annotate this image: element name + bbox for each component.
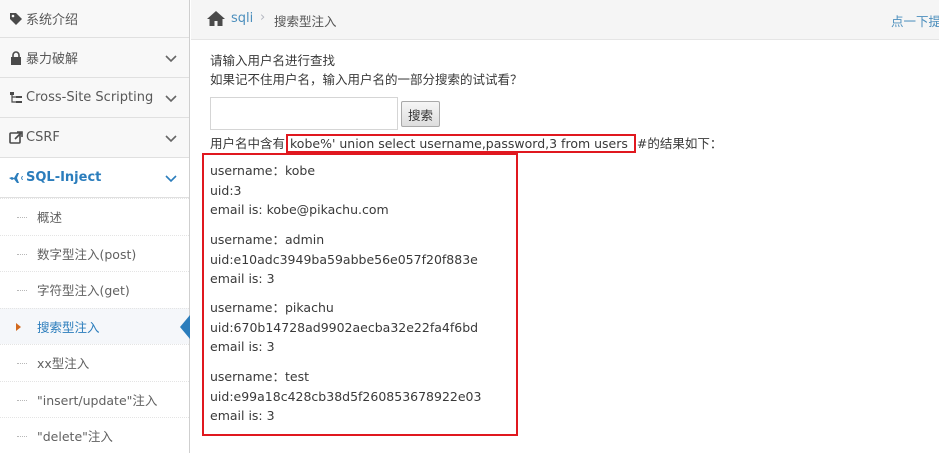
tag-icon <box>8 12 24 26</box>
record-email: email is: 3 <box>210 339 275 354</box>
submenu-item-label: 数字型注入(post) <box>37 246 137 262</box>
sidebar-item-label: SQL-Inject <box>26 170 102 185</box>
sidebar-item-xss[interactable]: Cross-Site Scripting <box>0 78 189 118</box>
submenu-item-insert-update[interactable]: "insert/update"注入 <box>0 380 189 418</box>
submenu-item-label: "insert/update"注入 <box>37 392 158 408</box>
query-text: kobe%' union select username,password,3 … <box>286 134 636 153</box>
submenu-item-overview[interactable]: 概述 <box>0 198 189 235</box>
submenu-item-string-get[interactable]: 字符型注入(get) <box>0 271 189 308</box>
submenu-item-label: 搜索型注入 <box>37 319 100 335</box>
breadcrumb-home-link[interactable]: sqli <box>231 11 253 26</box>
record-email: email is: 3 <box>210 271 275 286</box>
record-email: email is: kobe@pikachu.com <box>210 202 389 217</box>
caret-right-icon <box>16 322 21 331</box>
submenu-item-xx[interactable]: xx型注入 <box>0 344 189 381</box>
result-record: username：kobe uid:3 email is: kobe@pikac… <box>210 161 389 220</box>
submenu-item-numeric-post[interactable]: 数字型注入(post) <box>0 234 189 272</box>
hint-link[interactable]: 点一下提示~ <box>891 11 939 30</box>
result-record: username：pikachu uid:670b14728ad9902aecb… <box>210 298 478 357</box>
search-prompt: 请输入用户名进行查找 <box>210 53 336 68</box>
sidebar-item-csrf[interactable]: CSRF <box>0 118 189 158</box>
record-uid: uid:e10adc3949ba59abbe56e057f20f883e <box>210 251 478 267</box>
active-pointer-icon <box>180 314 190 339</box>
sidebar-item-label: Cross-Site Scripting <box>26 90 154 105</box>
submenu-item-search[interactable]: 搜索型注入 <box>0 307 190 344</box>
record-uid: uid:670b14728ad9902aecba32e22fa4f6bd <box>210 319 479 335</box>
chevron-down-icon <box>165 52 177 67</box>
result-suffix: #的结果如下： <box>636 136 723 151</box>
result-record: username：test uid:e99a18c428cb38d5f26085… <box>210 367 481 426</box>
sqli-submenu: 概述 数字型注入(post) 字符型注入(get) 搜索型注入 xx型注入 "i… <box>0 198 190 453</box>
lock-icon <box>8 50 24 65</box>
chevron-up-icon <box>165 172 177 187</box>
breadcrumb-current: 搜索型注入 <box>274 14 337 29</box>
sidebar-item-bruteforce[interactable]: 暴力破解 <box>0 38 189 78</box>
share-icon <box>8 130 24 145</box>
search-hint: 如果记不住用户名，输入用户名的一部分搜索的试试看？ <box>210 72 523 87</box>
plane-icon <box>8 172 24 184</box>
home-icon[interactable] <box>207 11 225 30</box>
record-username: username：pikachu <box>210 300 334 315</box>
submenu-item-delete[interactable]: "delete"注入 <box>0 417 189 453</box>
submenu-item-label: "delete"注入 <box>37 429 113 445</box>
record-uid: uid:3 <box>210 182 242 198</box>
sidebar: 系统介绍 暴力破解 Cross-Site Scripting CSRF SQL-… <box>0 0 190 453</box>
submenu-item-label: 字符型注入(get) <box>37 283 130 299</box>
result-header: 用户名中含有 kobe%' union select username,passw… <box>210 133 723 153</box>
record-username: username：kobe <box>210 163 316 178</box>
chevron-down-icon <box>165 132 177 147</box>
sitemap-icon <box>8 91 24 105</box>
breadcrumb: sqli › 搜索型注入 点一下提示~ <box>191 0 939 40</box>
sidebar-item-intro[interactable]: 系统介绍 <box>0 0 189 38</box>
sidebar-item-sqli[interactable]: SQL-Inject <box>0 158 189 198</box>
submenu-item-label: 概述 <box>37 210 63 226</box>
search-input[interactable] <box>210 97 398 130</box>
result-prefix: 用户名中含有 <box>210 136 286 151</box>
record-email: email is: 3 <box>210 408 275 423</box>
sidebar-item-label: 暴力破解 <box>26 52 79 67</box>
result-record: username：admin uid:e10adc3949ba59abbe56e… <box>210 230 478 289</box>
sidebar-item-label: 系统介绍 <box>26 13 79 28</box>
chevron-down-icon <box>165 92 177 107</box>
record-username: username：admin <box>210 232 325 247</box>
submenu-item-label: xx型注入 <box>37 356 90 372</box>
record-username: username：test <box>210 369 309 384</box>
record-uid: uid:e99a18c428cb38d5f260853678922e03 <box>210 388 482 404</box>
search-button[interactable]: 搜索 <box>401 101 440 127</box>
breadcrumb-separator: › <box>260 10 266 25</box>
sidebar-item-label: CSRF <box>26 130 60 145</box>
